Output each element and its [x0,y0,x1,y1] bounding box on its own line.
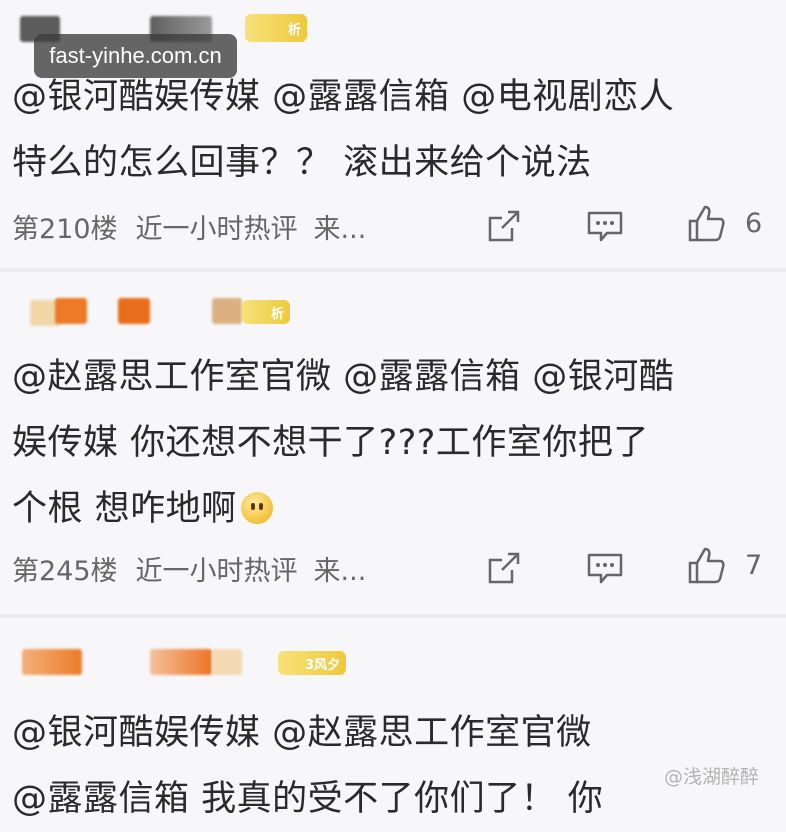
hot-comment-tag: 近一小时热评 [135,213,298,245]
comment-card: 析 @赵露思工作室官微 @露露信箱 @银河酷 娱传媒 你还想不想干了???工作室… [0,270,786,615]
like-icon[interactable] [686,203,726,243]
level-badge: 析 [245,14,307,42]
author-credit: @浅湖醉醉 [664,766,760,788]
source-text: 来... [313,555,367,587]
level-badge: 析 [242,300,290,324]
comment-line: 娱传媒 你还想不想干了???工作室你把了 [12,423,649,463]
site-watermark: fast-yinhe.com.cn [34,34,237,78]
comment-text: @银河酷娱传媒 @赵露思工作室官微 @露露信箱 我真的受不了你们了！ 你 [12,700,766,832]
hot-comment-tag: 近一小时热评 [135,555,298,587]
level-badge: 3风夕 [278,651,346,675]
comment-line: @银河酷娱传媒 @赵露思工作室官微 [12,713,592,753]
comment-text: @赵露思工作室官微 @露露信箱 @银河酷 娱传媒 你还想不想干了???工作室你把… [12,344,766,542]
floor-number: 第210楼 [12,213,118,245]
comment-line: @露露信箱 我真的受不了你们了！ 你 [12,779,604,819]
source-text: 来... [313,213,367,245]
comment-line: @赵露思工作室官微 @露露信箱 @银河酷 [12,357,675,397]
comment-meta: 第245楼 近一小时热评 来... [12,546,366,590]
like-icon[interactable] [686,545,726,585]
like-count: 7 [745,550,763,581]
comment-icon[interactable] [587,209,623,243]
comment-line: 个根 想咋地啊 [12,489,237,529]
share-icon[interactable] [486,208,522,244]
comment-line: 特么的怎么回事？？ 滚出来给个说法 [12,143,592,183]
comment-text: @银河酷娱传媒 @露露信箱 @电视剧恋人 特么的怎么回事？？ 滚出来给个说法 [12,64,766,196]
like-count: 6 [745,208,763,239]
share-icon[interactable] [486,550,522,586]
smile-emoji-icon [240,492,273,524]
comment-icon[interactable] [587,551,623,585]
comment-meta: 第210楼 近一小时热评 来... [12,204,366,248]
floor-number: 第245楼 [12,555,118,587]
